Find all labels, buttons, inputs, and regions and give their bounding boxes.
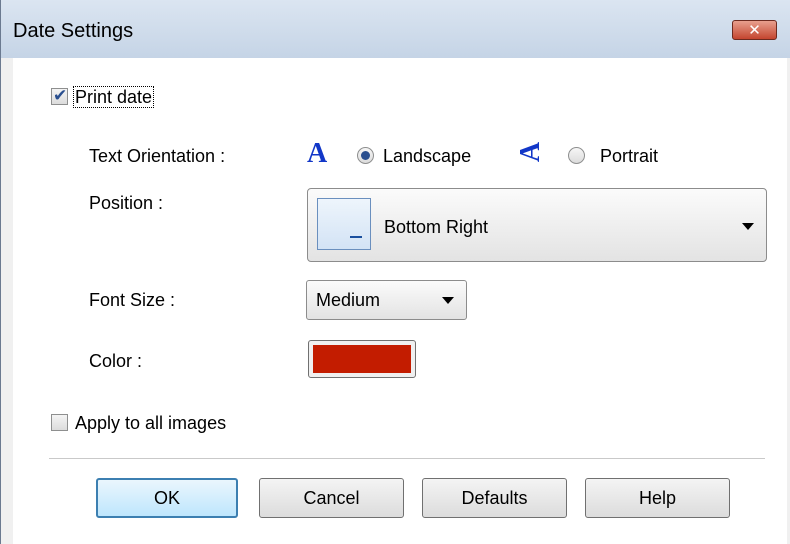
portrait-radio[interactable] <box>568 147 585 164</box>
cancel-button[interactable]: Cancel <box>259 478 404 518</box>
color-swatch <box>313 345 411 373</box>
text-orientation-label: Text Orientation : <box>89 146 226 166</box>
color-picker-button[interactable] <box>308 340 416 378</box>
portrait-radio-label[interactable]: Portrait <box>600 146 658 167</box>
help-button[interactable]: Help <box>585 478 730 518</box>
checkmark-icon: ✔ <box>53 86 68 105</box>
position-bottom-right-icon <box>317 198 371 250</box>
landscape-radio[interactable] <box>357 147 374 164</box>
color-label: Color : <box>89 351 143 371</box>
print-date-checkbox[interactable]: ✔ <box>51 86 68 105</box>
font-size-dropdown[interactable]: Medium <box>306 280 467 320</box>
title-bar[interactable]: Date Settings ✕ <box>1 0 790 58</box>
close-icon: ✕ <box>748 22 761 39</box>
text-landscape-icon: A <box>307 138 328 169</box>
font-size-label: Font Size : <box>89 290 176 310</box>
position-label: Position : <box>89 193 164 213</box>
radio-selected-dot <box>361 151 370 160</box>
landscape-radio-label[interactable]: Landscape <box>383 146 471 167</box>
close-button[interactable]: ✕ <box>732 20 777 40</box>
apply-all-checkbox[interactable] <box>51 414 68 431</box>
date-settings-dialog: Date Settings ✕ ✔ Print date Text Orient… <box>0 0 790 544</box>
text-portrait-icon: A <box>515 141 547 163</box>
position-marker <box>350 236 362 238</box>
divider <box>49 458 765 459</box>
chevron-down-icon <box>442 297 454 304</box>
defaults-button[interactable]: Defaults <box>422 478 567 518</box>
position-dropdown[interactable]: Bottom Right <box>307 188 767 262</box>
chevron-down-icon <box>742 223 754 230</box>
print-date-label[interactable]: Print date <box>73 86 155 108</box>
ok-button[interactable]: OK <box>96 478 238 518</box>
dialog-title: Date Settings <box>13 20 134 42</box>
print-date-label-text: Print date <box>73 86 155 108</box>
apply-all-label[interactable]: Apply to all images <box>75 413 226 434</box>
position-value: Bottom Right <box>384 217 489 237</box>
font-size-value: Medium <box>316 290 381 310</box>
